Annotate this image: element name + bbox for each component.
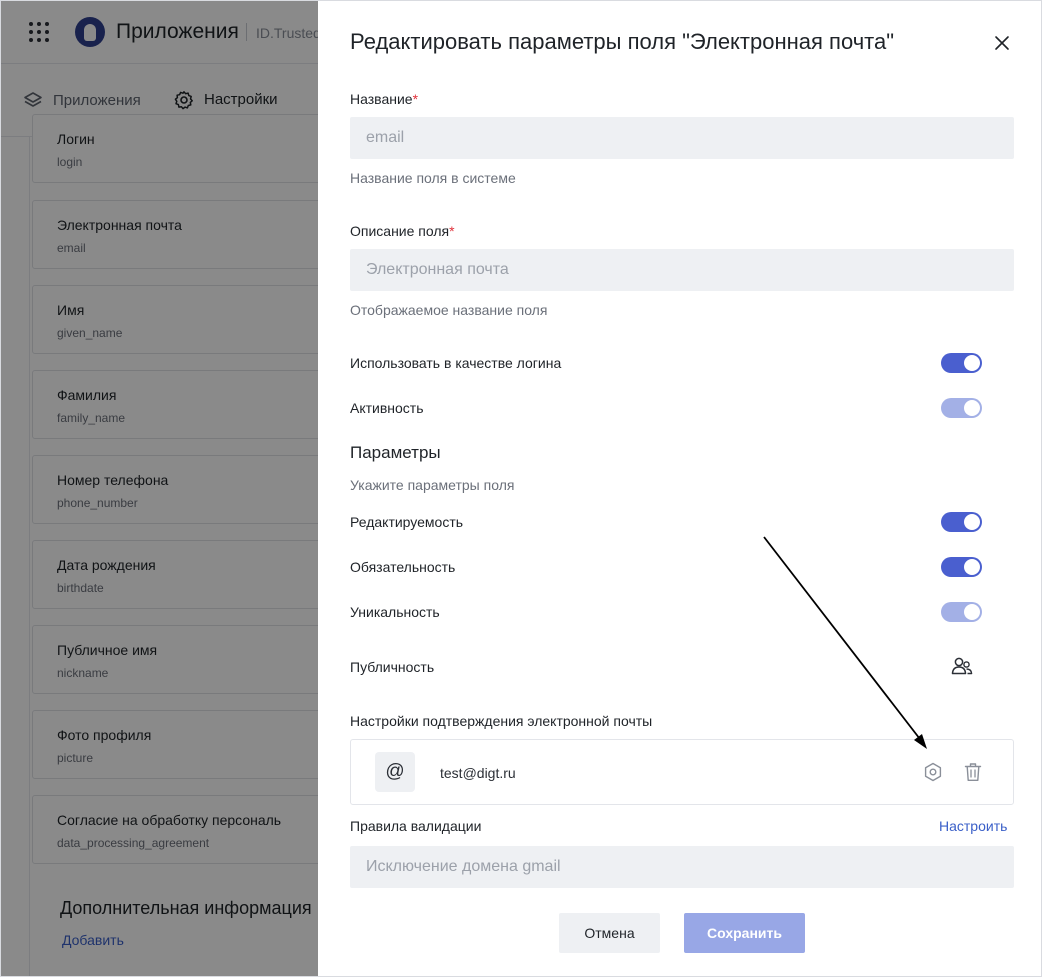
email-delete-button[interactable] [964, 762, 982, 782]
description-label: Описание поля* [350, 223, 455, 239]
required-mark: * [412, 91, 419, 107]
params-subtitle: Укажите параметры поля [350, 477, 515, 493]
validation-input[interactable] [350, 846, 1014, 888]
unique-toggle[interactable] [941, 602, 982, 622]
email-confirm-label: Настройки подтверждения электронной почт… [350, 713, 653, 729]
publicity-label: Публичность [350, 659, 435, 675]
use-as-login-toggle[interactable] [941, 353, 982, 373]
at-sign-icon: @ [375, 752, 415, 792]
editable-toggle[interactable] [941, 512, 982, 532]
activity-toggle[interactable] [941, 398, 982, 418]
editable-label: Редактируемость [350, 514, 464, 530]
save-button[interactable]: Сохранить [684, 913, 805, 953]
email-settings-button[interactable] [923, 762, 943, 782]
screen: Приложения ID.Trusted Приложения Настрой… [0, 0, 1042, 977]
description-input[interactable] [350, 249, 1014, 291]
required-toggle[interactable] [941, 557, 982, 577]
name-label-text: Название [350, 91, 413, 107]
validation-label: Правила валидации [350, 818, 482, 834]
hexagon-settings-icon [924, 762, 942, 782]
users-icon [951, 657, 973, 675]
use-as-login-label: Использовать в качестве логина [350, 355, 562, 371]
email-provider-address: test@digt.ru [440, 765, 516, 781]
unique-label: Уникальность [350, 604, 440, 620]
name-hint: Название поля в системе [350, 170, 516, 186]
params-title: Параметры [350, 443, 441, 462]
panel-title: Редактировать параметры поля "Электронна… [350, 29, 895, 54]
configure-validation-link[interactable]: Настроить [939, 818, 1007, 834]
publicity-button[interactable] [951, 656, 973, 676]
required-label: Обязательность [350, 559, 456, 575]
description-hint: Отображаемое название поля [350, 302, 548, 318]
required-mark: * [449, 223, 455, 239]
cancel-button[interactable]: Отмена [559, 913, 660, 953]
name-label: Название* [350, 91, 418, 107]
description-label-text: Описание поля [350, 223, 450, 239]
activity-label: Активность [350, 400, 424, 416]
close-icon [995, 36, 1009, 50]
name-input[interactable] [350, 117, 1014, 159]
close-button[interactable] [991, 32, 1013, 54]
trash-icon [964, 763, 982, 781]
email-provider-card: @ test@digt.ru [350, 739, 1014, 805]
edit-field-panel: Редактировать параметры поля "Электронна… [318, 1, 1041, 976]
